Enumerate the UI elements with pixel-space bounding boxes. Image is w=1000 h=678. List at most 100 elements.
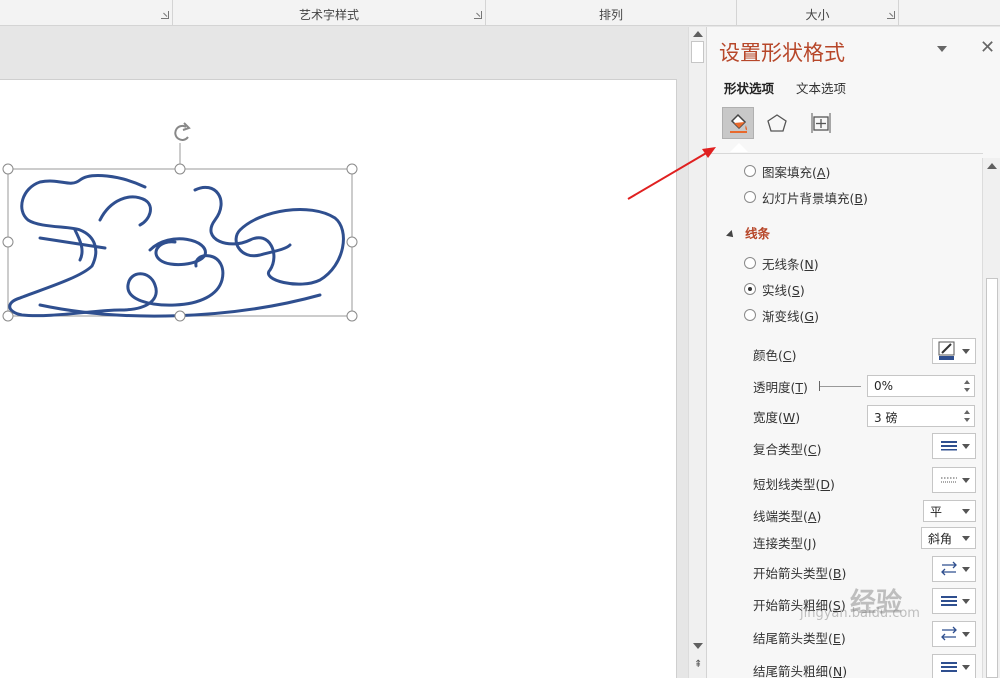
cap-type-dropdown[interactable]: 平	[923, 500, 976, 522]
width-input[interactable]: 3 磅	[867, 405, 975, 427]
radio-button[interactable]	[744, 191, 756, 203]
access-key: E	[832, 630, 841, 646]
expand-triangle-icon	[726, 229, 736, 240]
dash-lines-icon	[941, 477, 957, 483]
spin-down-icon[interactable]	[964, 388, 970, 392]
pane-scrollbar-track[interactable]	[982, 158, 1000, 678]
access-key: A	[807, 508, 817, 524]
arrow-type-icon	[941, 626, 957, 641]
scroll-up-icon[interactable]	[693, 31, 703, 37]
scroll-thumb[interactable]	[986, 278, 998, 678]
ribbon-group-size: 大小	[737, 0, 899, 26]
dialog-launcher-icon[interactable]	[887, 11, 895, 19]
active-tab-notch	[730, 143, 748, 152]
radio-button-selected[interactable]	[744, 283, 756, 295]
section-label: 线条	[745, 225, 771, 241]
editor-vertical-scrollbar[interactable]: ⇞	[688, 27, 706, 678]
transparency-slider[interactable]	[819, 381, 861, 391]
tab-shape-options[interactable]: 形状选项	[724, 78, 774, 97]
group-label: 排列	[598, 8, 623, 22]
size-properties-button[interactable]	[805, 107, 837, 139]
radio-button[interactable]	[744, 309, 756, 321]
begin-arrow-type-dropdown[interactable]	[932, 556, 976, 582]
previous-slide-icon[interactable]: ⇞	[694, 659, 702, 670]
chevron-down-icon	[962, 599, 970, 604]
access-key: T	[795, 379, 804, 395]
tab-text-options[interactable]: 文本选项	[796, 78, 846, 97]
spin-up-icon[interactable]	[964, 380, 970, 384]
chevron-down-icon	[962, 632, 970, 637]
spin-up-icon[interactable]	[964, 410, 970, 414]
access-key: J	[807, 535, 812, 551]
chevron-down-icon	[962, 536, 970, 541]
chevron-down-icon	[962, 349, 970, 354]
begin-arrow-size-dropdown[interactable]	[932, 588, 976, 614]
ribbon-group-arrange: 排列	[486, 0, 737, 26]
access-key: G	[804, 308, 815, 324]
compound-type-dropdown[interactable]	[932, 433, 976, 459]
dialog-launcher-icon[interactable]	[161, 11, 169, 19]
arrow-size-icon	[941, 596, 957, 606]
input-value: 3 磅	[874, 411, 898, 425]
dropdown-value: 斜角	[928, 531, 953, 546]
radio-no-line[interactable]: 无线条(N)	[707, 251, 983, 275]
freeform-shape[interactable]	[0, 80, 677, 678]
effects-pentagon-icon	[767, 114, 787, 132]
access-key: N	[832, 663, 843, 678]
ribbon-group-shape-styles	[0, 0, 173, 26]
option-label: 渐变线	[762, 308, 800, 324]
prop-label: 短划线类型	[753, 476, 816, 492]
fill-line-icon	[730, 113, 748, 133]
prop-label: 颜色	[753, 347, 779, 363]
end-arrow-size-dropdown[interactable]	[932, 654, 976, 678]
access-key: D	[820, 476, 831, 492]
prop-label: 结尾箭头粗细	[753, 663, 829, 678]
radio-button[interactable]	[744, 165, 756, 177]
chevron-down-icon	[962, 567, 970, 572]
watermark-url: jingyan.baidu.com	[800, 606, 920, 621]
radio-pattern-fill[interactable]: 图案填充(A)	[707, 159, 983, 183]
rotate-handle-icon	[174, 122, 191, 141]
access-key: C	[807, 441, 817, 457]
transparency-input[interactable]: 0%	[867, 375, 975, 397]
radio-gradient-line[interactable]: 渐变线(G)	[707, 303, 983, 327]
access-key: S	[791, 282, 800, 298]
fill-line-button[interactable]	[722, 107, 754, 139]
join-type-dropdown[interactable]: 斜角	[921, 527, 976, 549]
chevron-down-icon	[962, 444, 970, 449]
format-shape-pane: 设置形状格式 ✕ 形状选项 文本选项 图案填充(A) 幻灯片背景填充(B) 线条…	[706, 27, 1000, 678]
option-label: 幻灯片背景填充	[762, 190, 850, 206]
prop-label: 复合类型	[753, 441, 804, 457]
option-label: 无线条	[762, 256, 800, 272]
ribbon-group-wordart-styles: 艺术字样式	[173, 0, 486, 26]
pane-options-chevron-icon[interactable]	[937, 46, 947, 52]
prop-label: 透明度	[753, 379, 791, 395]
radio-solid-line[interactable]: 实线(S)	[707, 277, 983, 301]
sizing-handles	[2, 163, 358, 322]
dash-type-dropdown[interactable]	[932, 467, 976, 493]
spin-down-icon[interactable]	[964, 418, 970, 422]
arrow-type-icon	[941, 561, 957, 576]
scroll-down-icon[interactable]	[693, 643, 703, 649]
radio-slide-background-fill[interactable]: 幻灯片背景填充(B)	[707, 185, 983, 209]
prop-label: 结尾箭头类型	[753, 630, 829, 646]
slide-canvas[interactable]	[0, 79, 677, 678]
radio-button[interactable]	[744, 257, 756, 269]
close-icon[interactable]: ✕	[980, 37, 995, 58]
end-arrow-type-dropdown[interactable]	[932, 621, 976, 647]
access-key: B	[854, 190, 863, 206]
dialog-launcher-icon[interactable]	[474, 11, 482, 19]
option-label: 图案填充	[762, 164, 813, 180]
ink-strokes	[8, 174, 345, 318]
effects-button[interactable]	[761, 107, 793, 139]
scroll-thumb[interactable]	[691, 41, 704, 63]
pane-title: 设置形状格式	[719, 41, 845, 65]
prop-label: 开始箭头类型	[753, 565, 829, 581]
chevron-down-icon	[962, 478, 970, 483]
scroll-up-icon[interactable]	[987, 163, 997, 169]
arrow-size-icon	[941, 662, 957, 672]
chevron-down-icon	[962, 665, 970, 670]
color-picker-button[interactable]	[932, 338, 976, 364]
section-header-line[interactable]: 线条	[707, 220, 983, 244]
prop-label: 宽度	[753, 409, 779, 425]
